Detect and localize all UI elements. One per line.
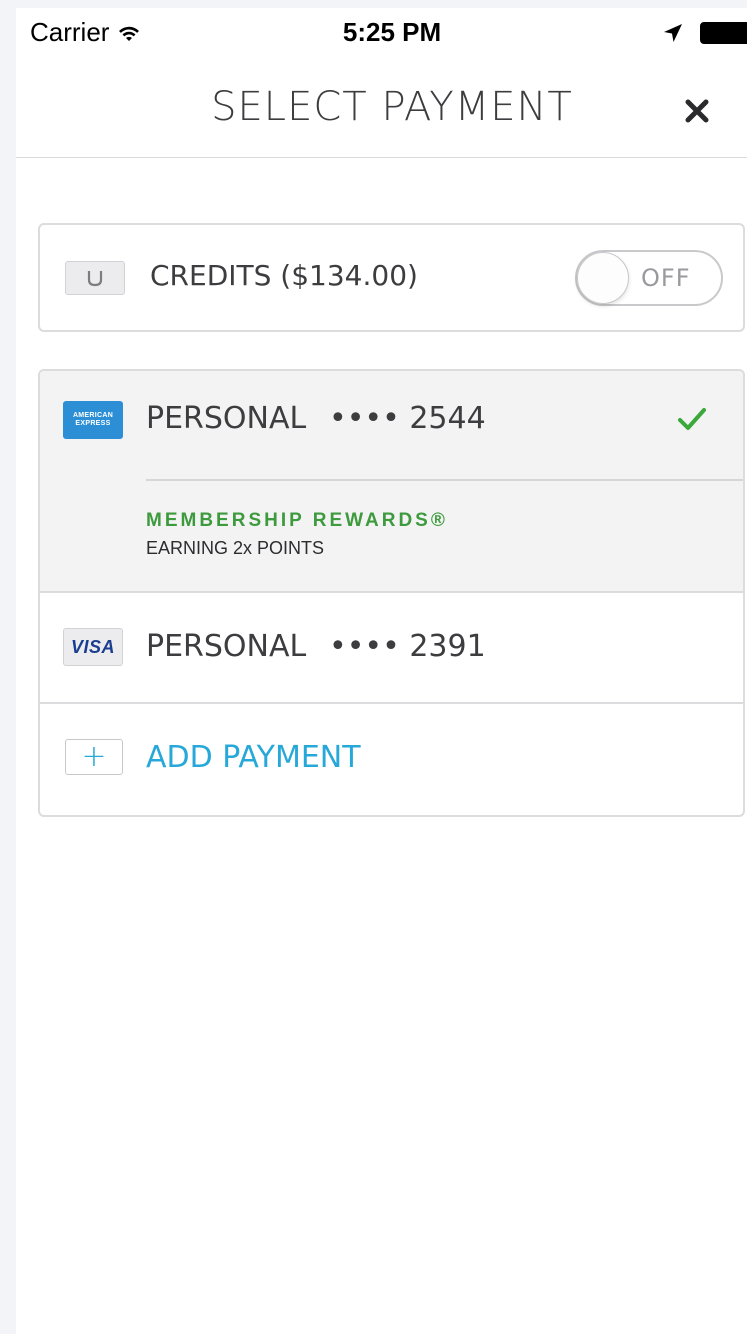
payment-row-visa[interactable]: VISA PERSONAL •••• 2391 bbox=[40, 593, 743, 704]
amex-card-name: PERSONAL bbox=[146, 401, 307, 436]
amex-logo: AMERICAN EXPRESS bbox=[63, 401, 123, 439]
visa-card-number: •••• 2391 bbox=[329, 629, 486, 664]
check-icon bbox=[678, 408, 706, 430]
payment-screen: Carrier 5:25 PM SELECT PAYMENT CREDITS (… bbox=[16, 8, 747, 1334]
status-bar: Carrier 5:25 PM bbox=[16, 8, 747, 56]
amex-logo-line2: EXPRESS bbox=[75, 420, 111, 427]
add-payment-row[interactable]: + ADD PAYMENT bbox=[40, 704, 743, 815]
close-button[interactable] bbox=[674, 88, 720, 134]
payment-row-amex[interactable]: AMERICAN EXPRESS PERSONAL •••• 2544 MEMB… bbox=[40, 371, 743, 593]
add-payment-label: ADD PAYMENT bbox=[146, 740, 361, 775]
battery-icon bbox=[700, 22, 747, 44]
rewards-earning-text: EARNING 2x POINTS bbox=[146, 538, 325, 558]
amex-card-number: •••• 2544 bbox=[329, 401, 486, 436]
amex-logo-line1: AMERICAN bbox=[72, 412, 114, 419]
location-arrow-icon bbox=[664, 24, 682, 42]
payment-methods-card: AMERICAN EXPRESS PERSONAL •••• 2544 MEMB… bbox=[38, 369, 745, 817]
membership-rewards-title: MEMBERSHIP REWARDS® bbox=[146, 510, 448, 531]
toggle-state-label: OFF bbox=[641, 264, 691, 292]
toggle-knob bbox=[577, 252, 629, 304]
credits-card: CREDITS ($134.00) OFF bbox=[38, 223, 745, 332]
visa-logo: VISA bbox=[63, 628, 123, 666]
plus-icon: + bbox=[65, 739, 123, 775]
page-title: SELECT PAYMENT bbox=[211, 84, 573, 130]
visa-card-name: PERSONAL bbox=[146, 629, 307, 664]
nav-header: SELECT PAYMENT bbox=[16, 56, 747, 158]
close-icon bbox=[685, 99, 709, 123]
credits-toggle[interactable]: OFF bbox=[575, 250, 723, 306]
uber-u-glyph bbox=[87, 271, 103, 287]
uber-credit-icon bbox=[65, 261, 125, 295]
credits-label: CREDITS ($134.00) bbox=[150, 259, 418, 292]
status-time: 5:25 PM bbox=[342, 17, 442, 47]
rewards-divider bbox=[146, 479, 743, 481]
